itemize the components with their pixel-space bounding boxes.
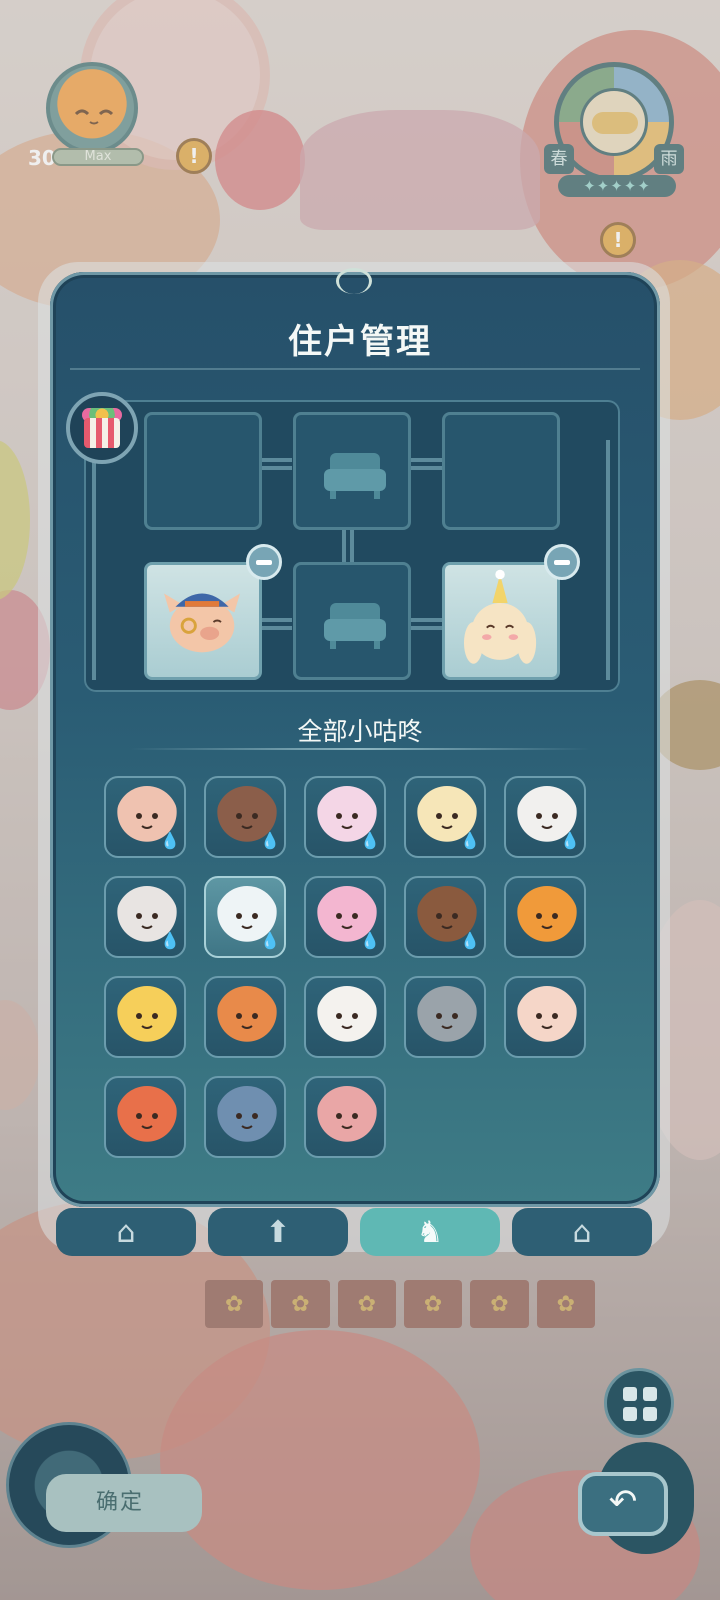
character-card-bear-glasses[interactable] <box>504 976 586 1058</box>
tab-upgrade-arrow[interactable]: ⬆ <box>208 1208 348 1256</box>
husky-avatar <box>416 986 478 1048</box>
shiba-avatar <box>216 986 278 1048</box>
house-wrench-icon: ⌂ <box>572 1214 592 1250</box>
character-card-pink-bunny[interactable]: 💧 <box>304 876 386 958</box>
room-slot-empty[interactable] <box>442 412 560 530</box>
character-card-white-hair-doll[interactable]: 💧 <box>104 876 186 958</box>
character-card-red-fox[interactable] <box>104 1076 186 1158</box>
divider <box>130 748 590 750</box>
section-title: 全部小咕咚 <box>297 717 423 746</box>
gift-box-button[interactable] <box>66 392 138 464</box>
character-card-shiba[interactable] <box>204 976 286 1058</box>
tab-resident[interactable]: ♞ <box>360 1208 500 1256</box>
sweat-drop-icon: 💧 <box>160 931 180 950</box>
divider <box>70 368 640 370</box>
moon-crest-icon <box>336 268 372 294</box>
bear-glasses-avatar <box>516 986 578 1048</box>
room-slot-sofa[interactable] <box>293 562 411 680</box>
yellow-cat-avatar <box>116 986 178 1048</box>
character-card-pink-lizard[interactable] <box>304 1076 386 1158</box>
room-slot-occupied[interactable] <box>144 562 262 680</box>
pig-detective-avatar <box>164 593 241 653</box>
sweat-drop-icon: 💧 <box>260 931 280 950</box>
room-slot-occupied[interactable] <box>442 562 560 680</box>
blue-hair-frog-avatar <box>216 1086 278 1148</box>
character-card-yellow-cat[interactable] <box>104 976 186 1058</box>
character-card-lynx[interactable]: 💧 <box>104 776 186 858</box>
character-card-fox[interactable] <box>504 876 586 958</box>
resident-icon: ♞ <box>416 1214 444 1250</box>
character-card-ghost[interactable]: 💧 <box>204 876 286 958</box>
tab-house[interactable]: ⌂ <box>56 1208 196 1256</box>
character-card-husky[interactable] <box>404 976 486 1058</box>
character-card-unicorn[interactable]: 💧 <box>304 776 386 858</box>
character-card-brown-bunny[interactable]: 💧 <box>404 876 486 958</box>
house-icon: ⌂ <box>116 1214 136 1250</box>
sweat-drop-icon: 💧 <box>260 831 280 850</box>
room-slot-sofa[interactable] <box>293 412 411 530</box>
sweat-drop-icon: 💧 <box>360 931 380 950</box>
sofa-icon <box>324 453 386 499</box>
layout-grid-button[interactable] <box>604 1368 674 1438</box>
character-grid: 💧 💧 💧 💧 💧 💧 💧 💧 💧 <box>104 776 604 1158</box>
sweat-drop-icon: 💧 <box>460 831 480 850</box>
character-card-chick[interactable]: 💧 <box>404 776 486 858</box>
panel-title: 住户管理 <box>288 322 432 362</box>
remove-resident-button[interactable] <box>246 544 282 580</box>
tab-house-wrench[interactable]: ⌂ <box>512 1208 652 1256</box>
room-layout <box>84 400 620 692</box>
confirm-button[interactable]: 确定 <box>46 1474 202 1532</box>
sweat-drop-icon: 💧 <box>160 831 180 850</box>
remove-resident-button[interactable] <box>544 544 580 580</box>
red-fox-avatar <box>116 1086 178 1148</box>
sweat-drop-icon: 💧 <box>360 831 380 850</box>
fox-avatar <box>516 886 578 948</box>
room-slot-empty[interactable] <box>144 412 262 530</box>
character-card-cow[interactable]: 💧 <box>204 776 286 858</box>
sweat-drop-icon: 💧 <box>460 931 480 950</box>
back-button[interactable]: ↶ <box>578 1472 668 1536</box>
duck-cap-avatar <box>316 986 378 1048</box>
upgrade-arrow-icon: ⬆ <box>265 1214 291 1250</box>
sweat-drop-icon: 💧 <box>560 831 580 850</box>
bunny-party-hat-avatar <box>463 569 537 664</box>
character-card-duck-cap[interactable] <box>304 976 386 1058</box>
sofa-icon <box>324 603 386 649</box>
character-card-blue-hair-frog[interactable] <box>204 1076 286 1158</box>
character-card-sheep[interactable]: 💧 <box>504 776 586 858</box>
pink-lizard-avatar <box>316 1086 378 1148</box>
